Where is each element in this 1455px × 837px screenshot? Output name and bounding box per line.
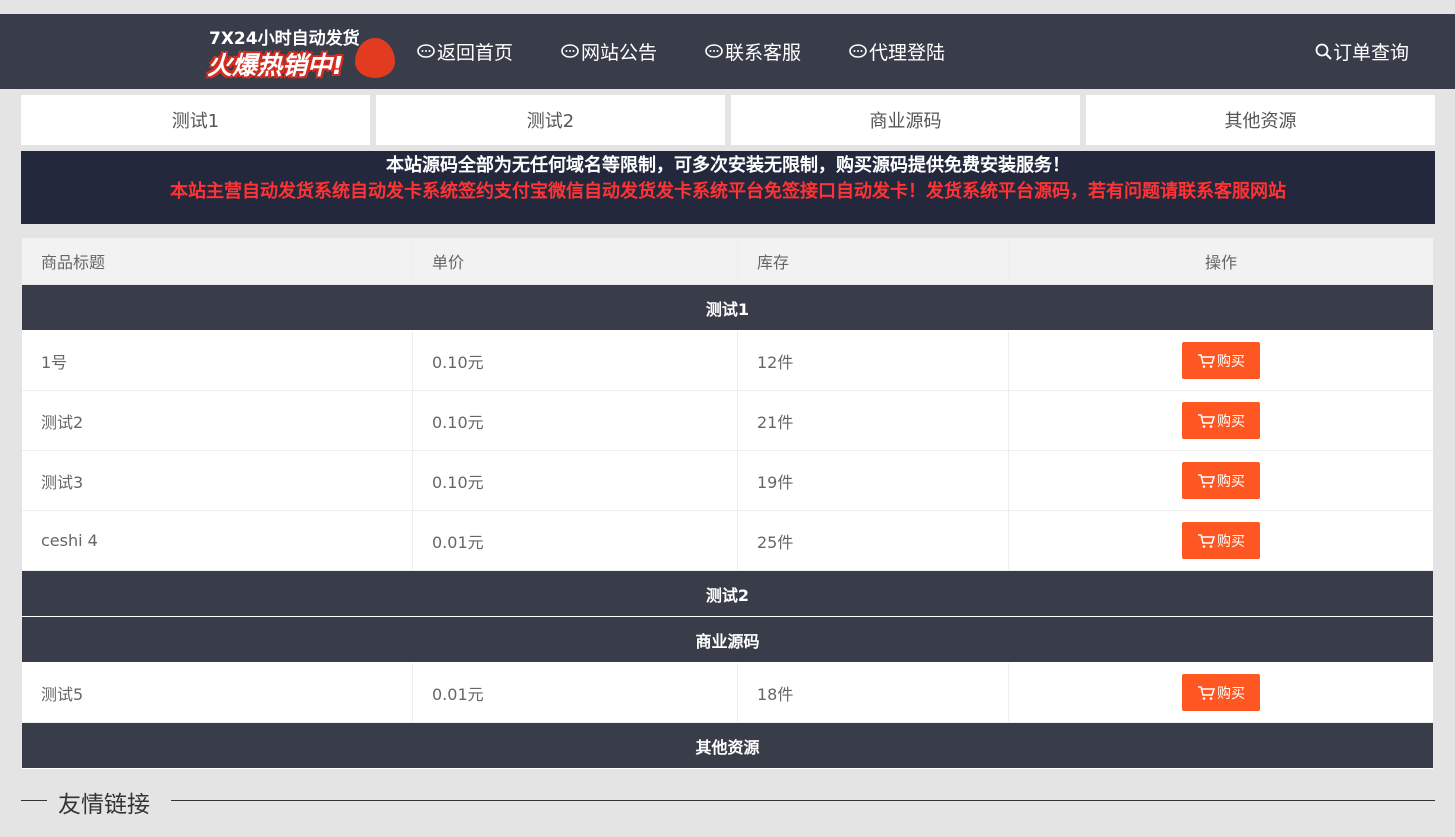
product-price: 0.10元 xyxy=(413,451,738,510)
nav-announcement-label: 网站公告 xyxy=(581,42,658,64)
order-query-link[interactable]: 订单查询 xyxy=(1315,14,1409,89)
tab-test2[interactable]: 测试2 xyxy=(376,95,725,145)
flame-icon xyxy=(355,38,395,78)
friend-links-title: 友情链接 xyxy=(58,792,150,818)
product-action: 购买 xyxy=(1009,331,1433,390)
product-price: 0.01元 xyxy=(413,511,738,570)
buy-button[interactable]: 购买 xyxy=(1182,402,1260,439)
nav-agent-login[interactable]: 代理登陆 xyxy=(849,38,945,65)
buy-label: 购买 xyxy=(1217,685,1245,702)
top-strip xyxy=(0,0,1455,14)
chat-bubble-icon xyxy=(849,43,867,58)
product-action: 购买 xyxy=(1009,451,1433,510)
table-row: 1号 0.10元 12件 购买 xyxy=(22,331,1433,391)
category-row: 商业源码 xyxy=(22,617,1433,663)
chat-bubble-icon xyxy=(705,43,723,58)
product-price: 0.01元 xyxy=(413,663,738,722)
product-price: 0.10元 xyxy=(413,331,738,390)
category-row: 测试2 xyxy=(22,571,1433,617)
product-action: 购买 xyxy=(1009,511,1433,570)
buy-button[interactable]: 购买 xyxy=(1182,342,1260,379)
chat-bubble-icon xyxy=(417,43,435,58)
chat-bubble-icon xyxy=(561,43,579,58)
tab-other-resources[interactable]: 其他资源 xyxy=(1086,95,1435,145)
header-action: 操作 xyxy=(1204,253,1237,272)
main-nav: 返回首页 网站公告 联系客服 代理登陆 xyxy=(417,14,993,89)
notice-line2: 本站主营自动发货系统自动发卡系统签约支付宝微信自动发货发卡系统平台免签接口自动发… xyxy=(170,181,1286,202)
order-query-label: 订单查询 xyxy=(1332,42,1409,64)
cart-icon xyxy=(1198,533,1215,548)
buy-label: 购买 xyxy=(1217,413,1245,430)
cart-icon xyxy=(1198,685,1215,700)
product-action: 购买 xyxy=(1009,663,1433,722)
table-row: 测试3 0.10元 19件 购买 xyxy=(22,451,1433,511)
table-row: 测试2 0.10元 21件 购买 xyxy=(22,391,1433,451)
product-action: 购买 xyxy=(1009,391,1433,450)
table-row: ceshi 4 0.01元 25件 购买 xyxy=(22,511,1433,571)
cart-icon xyxy=(1198,413,1215,428)
friend-links: 友情链接 xyxy=(21,785,1435,818)
divider xyxy=(171,800,1435,801)
logo[interactable]: 7X24小时自动发货 火爆热销中! xyxy=(205,24,395,80)
header-stock: 库存 xyxy=(738,238,1009,284)
buy-label: 购买 xyxy=(1217,473,1245,490)
notice-line1: 本站源码全部为无任何域名等限制，可多次安装无限制，购买源码提供免费安装服务！ xyxy=(386,155,1070,176)
category-row: 测试1 xyxy=(22,285,1433,331)
nav-agent-login-label: 代理登陆 xyxy=(869,42,946,64)
nav-home[interactable]: 返回首页 xyxy=(417,38,513,65)
product-title: 测试5 xyxy=(22,663,413,722)
divider xyxy=(21,800,47,801)
product-title: 测试3 xyxy=(22,451,413,510)
product-table: 商品标题 单价 库存 操作 测试1 1号 0.10元 12件 购买 测试2 0.… xyxy=(22,238,1433,769)
cart-icon xyxy=(1198,353,1215,368)
nav-contact[interactable]: 联系客服 xyxy=(705,38,801,65)
product-stock: 19件 xyxy=(738,451,1009,510)
logo-line2: 火爆热销中! xyxy=(207,51,344,80)
product-stock: 18件 xyxy=(738,663,1009,722)
tab-commercial-source[interactable]: 商业源码 xyxy=(731,95,1080,145)
buy-button[interactable]: 购买 xyxy=(1182,522,1260,559)
product-stock: 25件 xyxy=(738,511,1009,570)
product-title: 测试2 xyxy=(22,391,413,450)
table-header: 商品标题 单价 库存 操作 xyxy=(22,238,1433,285)
nav-home-label: 返回首页 xyxy=(437,42,514,64)
header-title: 商品标题 xyxy=(22,238,413,284)
header: 7X24小时自动发货 火爆热销中! 返回首页 网站公告 联系客服 代理登陆 订单… xyxy=(0,14,1455,89)
header-price: 单价 xyxy=(413,238,738,284)
product-stock: 21件 xyxy=(738,391,1009,450)
buy-label: 购买 xyxy=(1217,533,1245,550)
category-row: 其他资源 xyxy=(22,723,1433,769)
buy-button[interactable]: 购买 xyxy=(1182,674,1260,711)
table-row: 测试5 0.01元 18件 购买 xyxy=(22,663,1433,723)
buy-button[interactable]: 购买 xyxy=(1182,462,1260,499)
product-stock: 12件 xyxy=(738,331,1009,390)
search-icon xyxy=(1315,43,1332,60)
tab-test1[interactable]: 测试1 xyxy=(21,95,370,145)
category-tabs: 测试1 测试2 商业源码 其他资源 xyxy=(21,95,1435,145)
buy-label: 购买 xyxy=(1217,353,1245,370)
cart-icon xyxy=(1198,473,1215,488)
product-price: 0.10元 xyxy=(413,391,738,450)
notice-banner: 本站源码全部为无任何域名等限制，可多次安装无限制，购买源码提供免费安装服务！ 本… xyxy=(21,151,1435,224)
nav-announcement[interactable]: 网站公告 xyxy=(561,38,657,65)
nav-contact-label: 联系客服 xyxy=(725,42,802,64)
product-title: 1号 xyxy=(22,331,413,390)
product-title: ceshi 4 xyxy=(22,511,413,570)
